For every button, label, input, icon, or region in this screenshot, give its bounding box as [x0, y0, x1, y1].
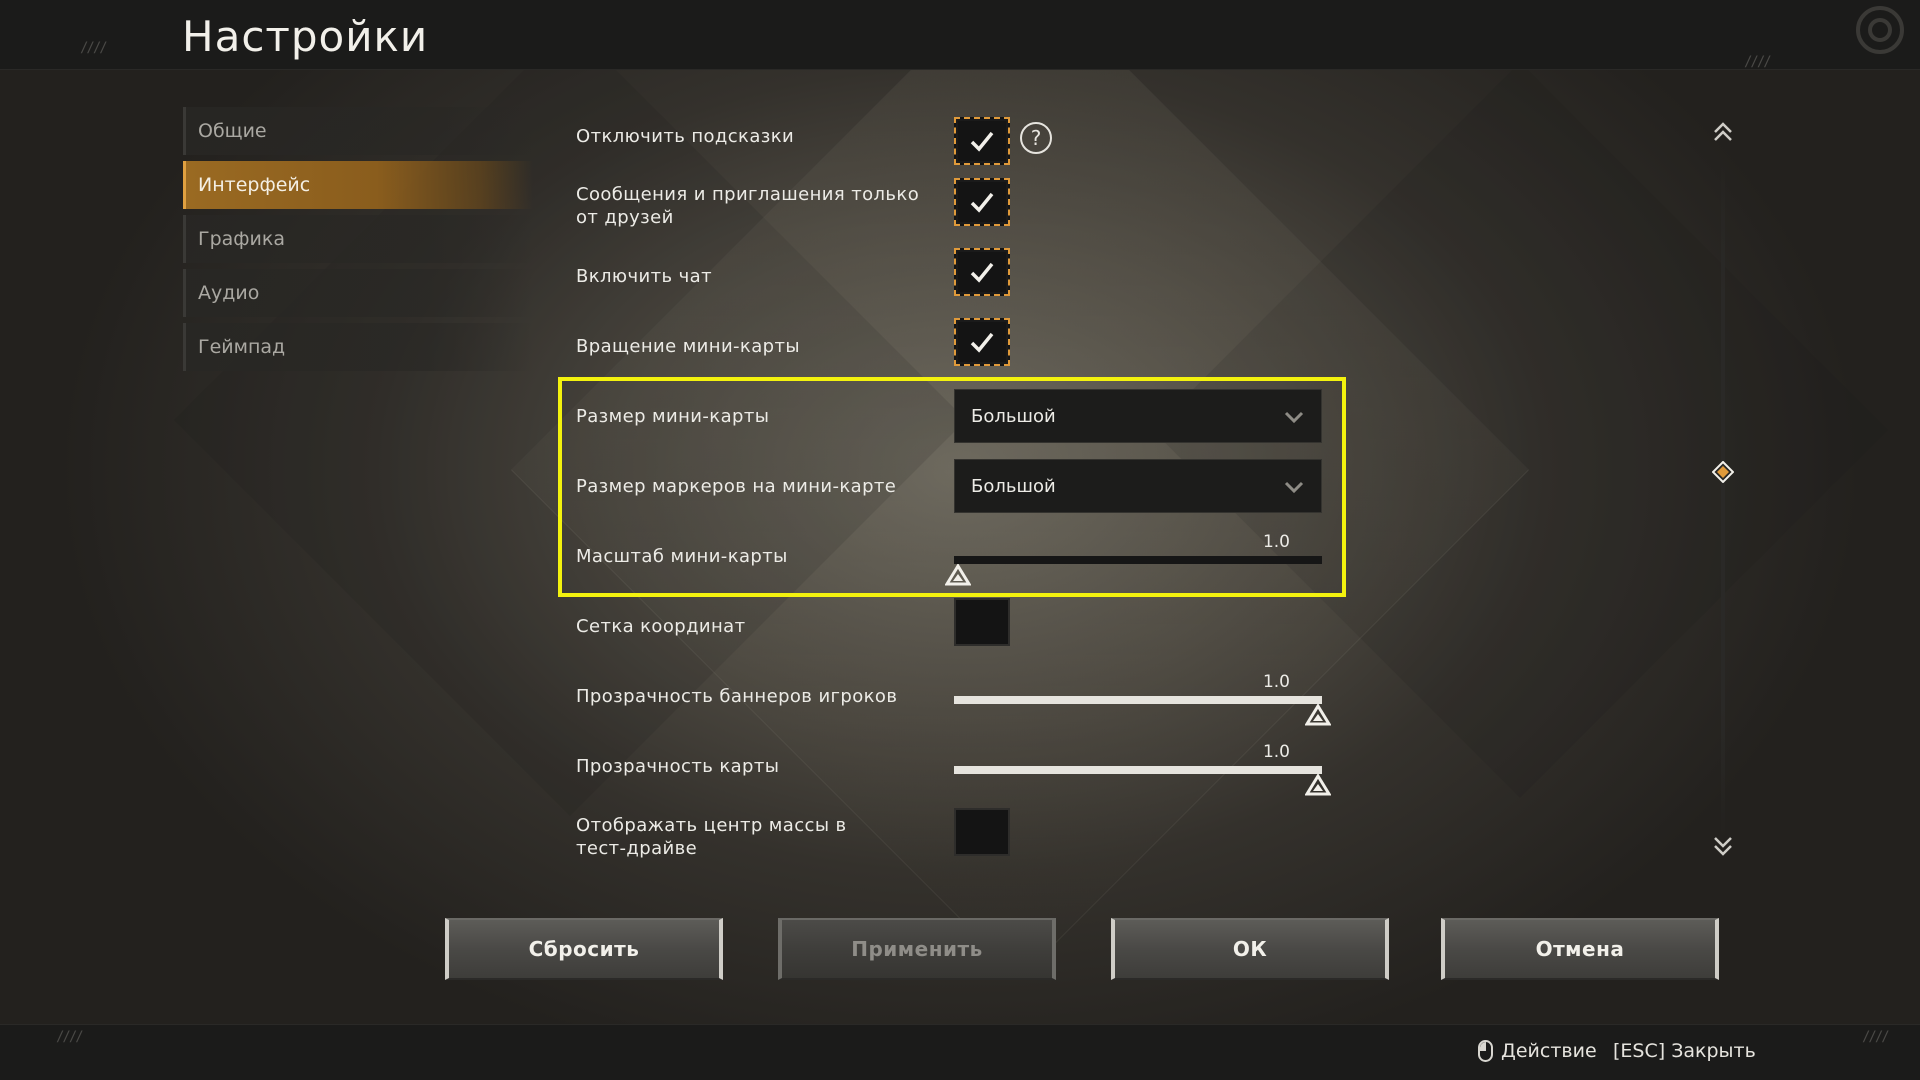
disable-hints-checkbox[interactable]: [954, 117, 1010, 165]
check-icon: [970, 262, 994, 283]
action-hint: Действие: [1478, 1040, 1597, 1062]
sidebar-item-gamepad[interactable]: Геймпад: [183, 323, 533, 371]
enable-chat-checkbox[interactable]: [954, 248, 1010, 296]
cancel-button[interactable]: Отмена: [1441, 918, 1719, 980]
sidebar-item-label: Общие: [198, 120, 267, 142]
minimap-marker-size-dropdown[interactable]: Большой: [954, 459, 1322, 513]
apply-button[interactable]: Применить: [778, 918, 1056, 980]
triangle-up-icon[interactable]: [1305, 774, 1331, 796]
reset-button[interactable]: Сбросить: [445, 918, 723, 980]
dropdown-value: Большой: [971, 405, 1056, 427]
slider-value: 1.0: [1262, 532, 1290, 552]
mouse-icon: [1478, 1040, 1493, 1062]
minimap-size-dropdown[interactable]: Большой: [954, 389, 1322, 443]
question-circle-icon[interactable]: ?: [1020, 122, 1052, 154]
chevron-down-icon: [1284, 411, 1304, 424]
slider-fill: [954, 696, 1322, 704]
triangle-up-icon[interactable]: [1305, 704, 1331, 726]
close-hint-label: [ESC] Закрыть: [1613, 1040, 1756, 1062]
player-banner-opacity-slider[interactable]: [954, 696, 1322, 704]
friends-only-checkbox[interactable]: [954, 178, 1010, 226]
hatch-decoration: ////: [1744, 54, 1772, 70]
close-hint[interactable]: [ESC] Закрыть: [1613, 1040, 1756, 1062]
page-title: Настройки: [182, 12, 429, 61]
setting-label-minimap-rotation: Вращение мини-карты: [576, 336, 800, 357]
sidebar-item-label: Графика: [198, 228, 286, 250]
sidebar-item-label: Интерфейс: [198, 174, 311, 196]
setting-label-friends-only: Сообщения и приглашения только от друзей: [576, 184, 920, 228]
scrollbar-track[interactable]: [1721, 160, 1725, 840]
setting-label-minimap-marker-size: Размер маркеров на мини-карте: [576, 476, 897, 497]
slider-value: 1.0: [1262, 672, 1290, 692]
settings-sidebar: Общие Интерфейс Графика Аудио Геймпад: [183, 107, 533, 377]
setting-label-enable-chat: Включить чат: [576, 266, 712, 287]
minimap-rotation-checkbox[interactable]: [954, 318, 1010, 366]
center-of-mass-checkbox[interactable]: [954, 808, 1010, 856]
check-icon: [970, 192, 994, 213]
setting-label-disable-hints: Отключить подсказки: [576, 126, 795, 147]
sidebar-item-audio[interactable]: Аудио: [183, 269, 533, 317]
check-icon: [970, 332, 994, 353]
slider-value: 1.0: [1262, 742, 1290, 762]
sidebar-item-label: Геймпад: [198, 336, 286, 358]
setting-label-center-of-mass: Отображать центр массы в тест-драйве: [576, 815, 847, 859]
setting-label-minimap-size: Размер мини-карты: [576, 406, 770, 427]
setting-label-map-opacity: Прозрачность карты: [576, 756, 780, 777]
hatch-decoration: ////: [80, 40, 108, 56]
hatch-decoration: ////: [1862, 1029, 1890, 1045]
setting-label-coordinate-grid: Сетка координат: [576, 616, 746, 637]
sidebar-item-general[interactable]: Общие: [183, 107, 533, 155]
slider-fill: [954, 766, 1322, 774]
sidebar-item-interface[interactable]: Интерфейс: [183, 161, 533, 209]
setting-label-minimap-scale: Масштаб мини-карты: [576, 546, 788, 567]
emblem-icon: [1840, 0, 1920, 70]
double-chevron-down-icon[interactable]: [1709, 832, 1737, 860]
check-icon: [970, 131, 994, 152]
ok-button[interactable]: ОК: [1111, 918, 1389, 980]
dropdown-value: Большой: [971, 475, 1056, 497]
minimap-scale-slider[interactable]: [954, 556, 1322, 564]
triangle-up-icon[interactable]: [945, 564, 971, 586]
header-bar: Настройки //// ////: [0, 0, 1920, 70]
coordinate-grid-checkbox[interactable]: [954, 598, 1010, 646]
map-opacity-slider[interactable]: [954, 766, 1322, 774]
double-chevron-up-icon[interactable]: [1709, 118, 1737, 146]
diamond-icon[interactable]: [1712, 461, 1734, 483]
chevron-down-icon: [1284, 481, 1304, 494]
hatch-decoration: ////: [56, 1029, 84, 1045]
setting-label-player-banner-opacity: Прозрачность баннеров игроков: [576, 686, 898, 707]
sidebar-item-graphics[interactable]: Графика: [183, 215, 533, 263]
action-hint-label: Действие: [1501, 1040, 1597, 1062]
sidebar-item-label: Аудио: [198, 282, 260, 304]
